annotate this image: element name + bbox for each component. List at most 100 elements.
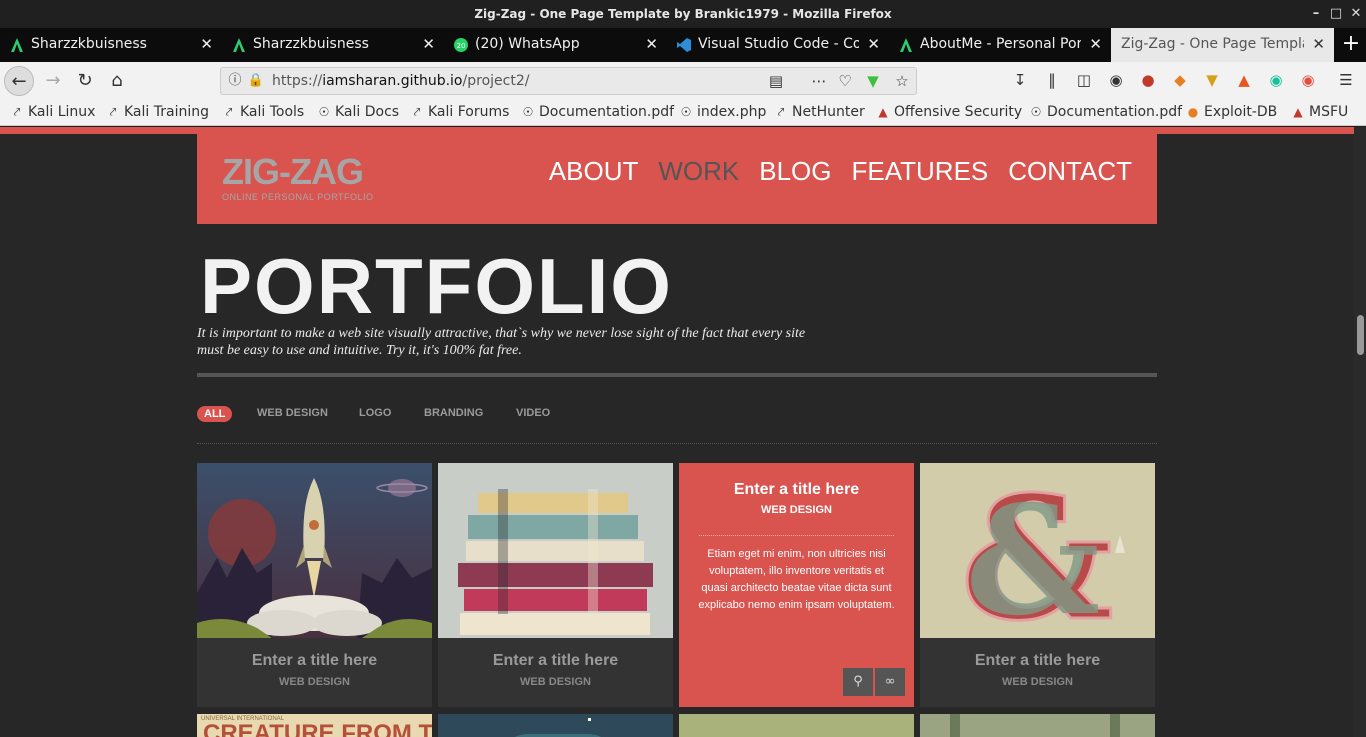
tab-bar: Sharzzkbuisness ✕ Sharzzkbuisness ✕ 20 (… <box>0 28 1366 62</box>
filter-logo[interactable]: LOGO <box>359 407 391 419</box>
bookmark-kali-forums[interactable]: ⤤ Kali Forums <box>410 104 510 120</box>
extension-icon[interactable]: ▼ <box>863 71 883 91</box>
tab-zigzag[interactable]: Zig-Zag - One Page Templa ✕ <box>1111 28 1334 62</box>
tab-close-icon[interactable]: ✕ <box>867 35 880 53</box>
filter-icon[interactable]: ▼ <box>1202 70 1222 90</box>
menu-about[interactable]: ABOUT <box>549 156 639 187</box>
page-title: PORTFOLIO <box>200 242 673 330</box>
tab-close-icon[interactable]: ✕ <box>1089 35 1102 53</box>
grammarly-icon[interactable]: ◉ <box>1266 70 1286 90</box>
addon-2-icon[interactable]: ▲ <box>1234 70 1254 90</box>
top-stripe <box>0 127 1354 134</box>
bookmark-documentation-2[interactable]: ☉ Documentation.pdf <box>1029 104 1182 120</box>
tab-aboutme[interactable]: AboutMe - Personal Port ✕ <box>889 28 1111 62</box>
url-bar[interactable]: ⓘ 🔒 https://iamsharan.github.io/project2… <box>220 67 917 95</box>
filter-web-design[interactable]: WEB DESIGN <box>257 407 328 419</box>
portfolio-item-row2[interactable] <box>679 714 914 737</box>
minimize-icon[interactable]: – <box>1306 4 1326 24</box>
tab-close-icon[interactable]: ✕ <box>1312 35 1325 53</box>
card-title: Enter a title here <box>733 481 860 498</box>
library-icon[interactable]: ‖ <box>1042 70 1062 90</box>
metamask-icon[interactable]: ◆ <box>1170 70 1190 90</box>
site-logo[interactable]: ZIG-ZAG ONLINE PERSONAL PORTFOLIO <box>222 151 374 203</box>
menu-features[interactable]: FEATURES <box>852 156 989 187</box>
home-button[interactable]: ⌂ <box>102 66 132 96</box>
menu-contact[interactable]: CONTACT <box>1008 156 1132 187</box>
site-header: ZIG-ZAG ONLINE PERSONAL PORTFOLIO ABOUT W… <box>197 134 1157 224</box>
card-divider <box>699 535 894 536</box>
close-window-icon[interactable]: ✕ <box>1346 4 1366 24</box>
new-tab-button[interactable]: + <box>1338 30 1364 60</box>
filter-branding[interactable]: BRANDING <box>424 407 483 419</box>
url-text[interactable]: https://iamsharan.github.io/project2/ <box>272 73 529 89</box>
portfolio-item-row2[interactable]: UNIVERSAL INTERNATIONAL CREATURE FROM TH… <box>197 714 432 737</box>
bookmark-kali-training[interactable]: ⤤ Kali Training <box>106 104 209 120</box>
portfolio-item[interactable]: & & Enter a title here WEB DESIGN <box>920 463 1155 707</box>
back-button[interactable]: ← <box>4 66 34 96</box>
offsec-icon: ▲ <box>878 105 888 119</box>
vscode-icon <box>677 38 691 52</box>
tab-close-icon[interactable]: ✕ <box>645 35 658 53</box>
page-actions-icon[interactable]: ⋯ <box>809 71 829 91</box>
zoom-search-icon[interactable]: ⚲ <box>843 668 873 696</box>
bookmark-kali-linux[interactable]: ⤤ Kali Linux <box>10 104 96 120</box>
sidebar-icon[interactable]: ◫ <box>1074 70 1094 90</box>
svg-text:20: 20 <box>457 42 466 50</box>
tab-vscode[interactable]: Visual Studio Code - Cod ✕ <box>667 28 889 62</box>
menu-work[interactable]: WORK <box>658 156 739 187</box>
download-icon[interactable]: ↧ <box>1010 70 1030 90</box>
maximize-icon[interactable]: □ <box>1326 4 1346 24</box>
poster-title: CREATURE FROM THE <box>203 720 432 737</box>
card-category: WEB DESIGN <box>1002 676 1073 688</box>
bookmark-nethunter[interactable]: ⤤ NetHunter <box>774 104 865 120</box>
filter-all[interactable]: ALL <box>197 406 233 422</box>
kali-dragon-icon: ⤤ <box>777 105 785 119</box>
account-icon[interactable]: ◉ <box>1106 70 1126 90</box>
bookmark-star-icon[interactable]: ☆ <box>892 71 912 91</box>
kali-dragon-icon: ⤤ <box>225 105 233 119</box>
window-title: Zig-Zag - One Page Template by Brankic19… <box>474 7 892 21</box>
globe-icon: ☉ <box>318 105 330 119</box>
card-category: WEB DESIGN <box>761 504 832 516</box>
exploit-db-icon: ● <box>1187 105 1199 119</box>
menu-blog[interactable]: BLOG <box>759 156 831 187</box>
tab-close-icon[interactable]: ✕ <box>200 35 213 53</box>
reader-view-icon[interactable]: ▤ <box>766 71 786 91</box>
info-icon[interactable]: ⓘ <box>225 71 245 91</box>
window-titlebar: Zig-Zag - One Page Template by Brankic19… <box>0 0 1366 28</box>
pocket-icon[interactable]: ♡ <box>835 71 855 91</box>
portfolio-item[interactable]: Enter a title here WEB DESIGN <box>438 463 673 707</box>
bookmark-index-php[interactable]: ☉ index.php <box>679 104 767 120</box>
tab-label: Sharzzkbuisness <box>253 36 369 52</box>
addon-1-icon[interactable]: ● <box>1138 70 1158 90</box>
bookmark-offensive-security[interactable]: ▲ Offensive Security <box>876 104 1022 120</box>
ampersand-illustration: & & <box>920 463 1155 638</box>
page-scrollbar[interactable] <box>1354 127 1366 737</box>
portfolio-item-row2[interactable] <box>920 714 1155 737</box>
google-plus-icon[interactable]: ◉ <box>1298 70 1318 90</box>
logo-wordmark: ZIG-ZAG <box>222 151 364 192</box>
tab-whatsapp[interactable]: 20 (20) WhatsApp ✕ <box>444 28 667 62</box>
portfolio-item-hovered[interactable]: Enter a title here WEB DESIGN Etiam eget… <box>679 463 914 707</box>
app-a-icon <box>900 38 912 52</box>
card-description: Etiam eget mi enim, non ultricies nisi v… <box>698 548 895 611</box>
tab-sharzzkbuisness-1[interactable]: Sharzzkbuisness ✕ <box>0 28 222 62</box>
portfolio-item-row2[interactable] <box>438 714 673 737</box>
svg-text:&: & <box>965 473 1100 638</box>
scrollbar-thumb[interactable] <box>1357 315 1364 355</box>
portfolio-item[interactable]: Enter a title here WEB DESIGN <box>197 463 432 707</box>
forward-button[interactable]: → <box>38 66 68 96</box>
rocket-illustration <box>197 463 432 638</box>
link-icon[interactable]: ∞ <box>875 668 905 696</box>
reload-button[interactable]: ↻ <box>70 66 100 96</box>
filter-video[interactable]: VIDEO <box>516 407 550 419</box>
hamburger-menu-icon[interactable]: ☰ <box>1336 70 1356 90</box>
bookmark-kali-docs[interactable]: ☉ Kali Docs <box>317 104 399 120</box>
bookmark-exploit-db[interactable]: ● Exploit-DB <box>1186 104 1278 120</box>
tab-close-icon[interactable]: ✕ <box>422 35 435 53</box>
tab-label: (20) WhatsApp <box>475 36 580 52</box>
tab-sharzzkbuisness-2[interactable]: Sharzzkbuisness ✕ <box>222 28 444 62</box>
bookmark-kali-tools[interactable]: ⤤ Kali Tools <box>222 104 305 120</box>
bookmark-documentation-1[interactable]: ☉ Documentation.pdf <box>521 104 674 120</box>
bookmark-msfu[interactable]: ▲ MSFU <box>1291 104 1348 120</box>
